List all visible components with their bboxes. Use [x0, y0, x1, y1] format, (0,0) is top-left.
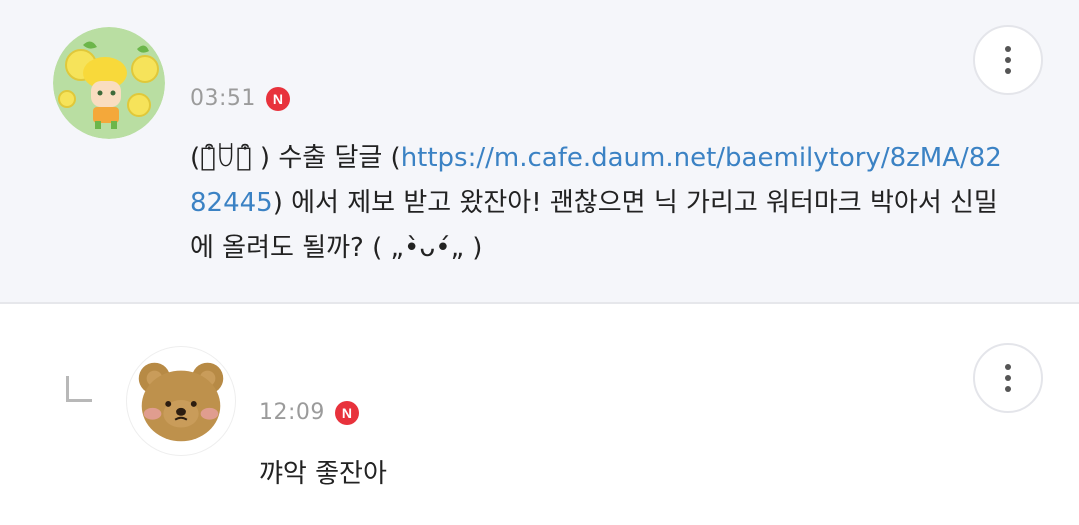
reply-more-options-button[interactable] — [973, 343, 1043, 413]
more-vertical-icon — [1005, 46, 1011, 52]
reply-text: 꺄악 좋잔아 — [259, 459, 387, 489]
reply-indent-icon — [66, 376, 92, 402]
comment-meta: 03:51 N — [190, 86, 290, 111]
more-vertical-icon-dot — [1005, 68, 1011, 74]
lemon-character-avatar-icon — [53, 27, 165, 139]
new-badge: N — [265, 86, 290, 111]
reply-time: 12:09 — [259, 400, 325, 425]
comment-text-before-link: (꒪͒ꇴ꒪͒ ) 수출 달글 ( — [190, 143, 401, 173]
more-vertical-icon-dot — [1005, 386, 1011, 392]
comment-text: (꒪͒ꇴ꒪͒ ) 수출 달글 (https://m.cafe.daum.net/… — [190, 136, 1010, 271]
more-options-button[interactable] — [973, 25, 1043, 95]
user-avatar[interactable] — [53, 27, 165, 139]
comment-text-after-link: ) 에서 제보 받고 왔잔아! 괜찮으면 닉 가리고 워터마크 박아서 신밀에 … — [190, 188, 998, 263]
bear-avatar-icon — [138, 362, 224, 442]
reply-user-avatar[interactable] — [126, 346, 236, 456]
more-vertical-icon — [1005, 364, 1011, 370]
reply-meta: 12:09 N — [259, 400, 359, 425]
new-badge: N — [334, 400, 359, 425]
comment-time: 03:51 — [190, 86, 256, 111]
more-vertical-icon-dot — [1005, 375, 1011, 381]
more-vertical-icon-dot — [1005, 57, 1011, 63]
